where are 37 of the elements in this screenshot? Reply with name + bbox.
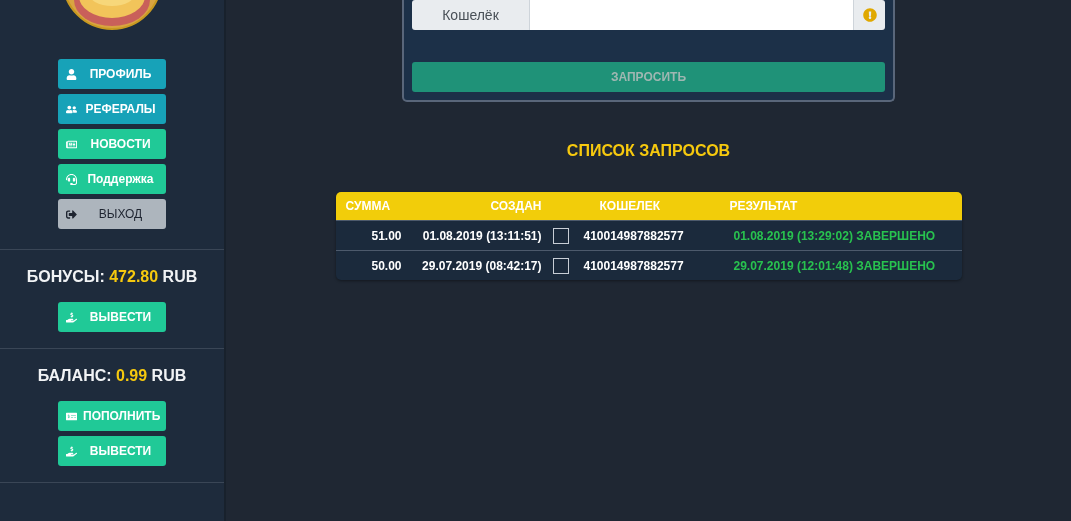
users-icon <box>66 103 77 115</box>
logout-button[interactable]: ВЫХОД <box>58 199 166 229</box>
wallet-field[interactable] <box>530 0 853 30</box>
request-button[interactable]: ЗАПРОСИТЬ <box>412 62 885 92</box>
column-header: СОЗДАН <box>489 199 543 213</box>
table-cell-text: 29.07.2019 (08:42:17) <box>421 258 543 273</box>
warning-icon <box>862 8 877 22</box>
table-cell-text: 29.07.2019 (12:01:48) ЗАВЕРШЕНО <box>732 258 937 273</box>
table-cell-text: 51.00 <box>370 228 403 243</box>
column-header: КОШЕЛЕК <box>598 199 661 213</box>
referrals-button[interactable]: РЕФЕРАЛЫ <box>58 94 166 124</box>
money-icon <box>66 410 77 422</box>
hand-coin-icon <box>66 311 77 323</box>
table-cell-text: 410014987882577 <box>582 258 685 273</box>
table-cell-text: 410014987882577 <box>582 228 685 243</box>
sign-out-icon <box>66 208 77 220</box>
column-header: РЕЗУЛЬТАТ <box>728 199 799 213</box>
withdraw-button[interactable]: ВЫВЕСТИ <box>58 436 166 466</box>
column-header: СУММА <box>344 199 392 213</box>
headset-icon <box>66 173 77 185</box>
requests-title: СПИСОК ЗАПРОСОВ <box>566 142 731 160</box>
balance-amount: БАЛАНС: 0.99 RUB <box>37 367 187 385</box>
user-icon <box>66 68 77 80</box>
table-cell-text: 50.00 <box>370 258 403 273</box>
withdraw-button[interactable]: ВЫВЕСТИ <box>58 302 166 332</box>
deposit-button[interactable]: ПОПОЛНИТЬ <box>58 401 166 431</box>
checkbox[interactable] <box>552 227 569 244</box>
table-cell-text: 01.08.2019 (13:29:02) ЗАВЕРШЕНО <box>732 228 937 243</box>
wallet-label: Кошелёк <box>412 0 530 30</box>
support-button[interactable]: Поддержка <box>58 164 166 194</box>
hand-coin-icon <box>66 445 77 457</box>
profile-button[interactable]: ПРОФИЛЬ <box>58 59 166 89</box>
news-button[interactable]: НОВОСТИ <box>58 129 166 159</box>
table-cell-text: 01.08.2019 (13:11:51) <box>421 228 543 243</box>
newspaper-icon <box>66 138 77 150</box>
checkbox[interactable] <box>552 257 569 274</box>
bonus-amount: БОНУСЫ: 472.80 RUB <box>26 268 198 286</box>
